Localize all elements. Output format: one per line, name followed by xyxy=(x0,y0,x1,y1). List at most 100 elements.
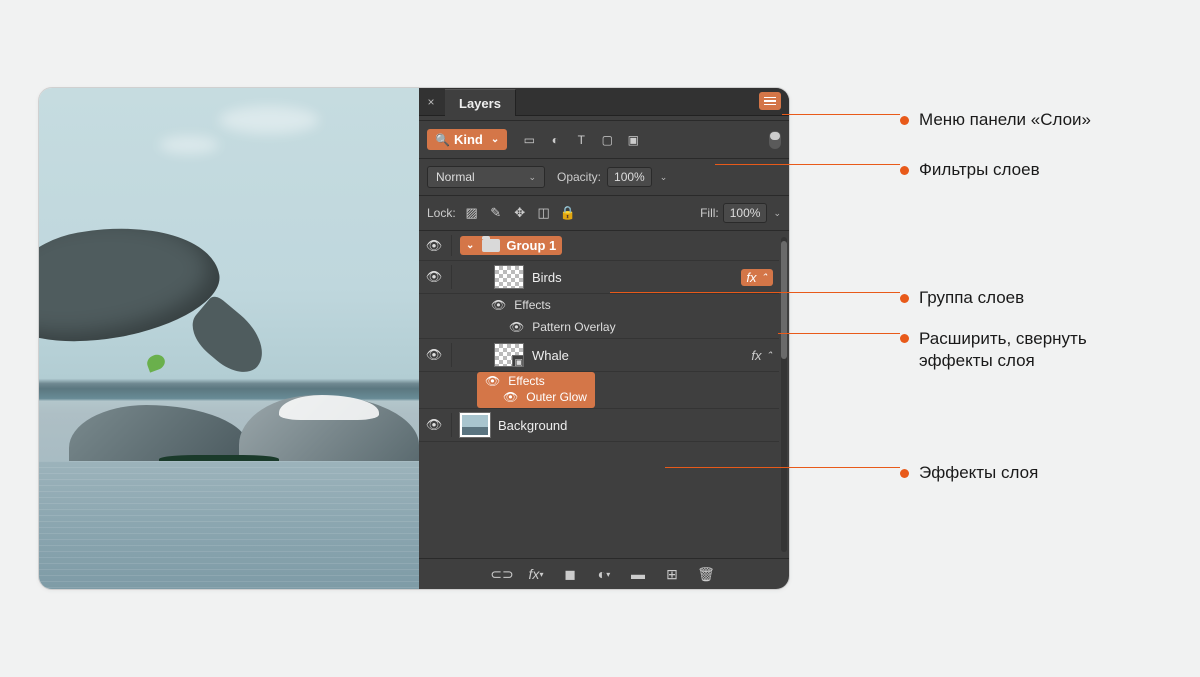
filter-shape-icon[interactable]: ▢ xyxy=(599,132,615,148)
layer-name: Birds xyxy=(532,270,562,285)
filter-adjustment-icon[interactable]: ◐ xyxy=(547,132,563,148)
layer-row-group[interactable]: 👁 ⌄ Group 1 xyxy=(419,231,779,261)
blend-mode-value: Normal xyxy=(436,170,475,184)
opacity-label: Opacity: xyxy=(557,170,601,184)
chevron-down-icon: ⌄ xyxy=(491,134,499,145)
search-icon: 🔍 xyxy=(435,133,450,147)
layer-style-icon[interactable]: fx▾ xyxy=(527,565,545,583)
mountains xyxy=(39,385,419,465)
cloud-decoration xyxy=(219,106,319,134)
callout-dot xyxy=(900,334,909,343)
layer-name: Group 1 xyxy=(506,238,556,253)
layer-effect-item[interactable]: 👁 Pattern Overlay xyxy=(419,316,779,338)
fx-label: fx xyxy=(751,348,761,363)
visibility-toggle-icon[interactable]: 👁 xyxy=(503,390,518,404)
lock-pixels-icon[interactable]: ✎ xyxy=(488,205,504,221)
chevron-up-icon: ⌃ xyxy=(760,272,768,283)
visibility-toggle-icon[interactable]: 👁 xyxy=(485,374,500,388)
callout-dot xyxy=(900,166,909,175)
sea xyxy=(39,461,419,589)
annotation-panel-menu: Меню панели «Слои» xyxy=(919,109,1091,131)
scrollbar[interactable] xyxy=(781,237,787,552)
callout-line xyxy=(782,114,900,115)
layer-row-background[interactable]: 👁 Background xyxy=(419,408,779,442)
fx-badge[interactable]: fx ⌃ xyxy=(751,348,773,363)
app-window: ‹‹ × Layers 🔍 Kind ⌄ ▭ ◐ T ▢ ▣ xyxy=(38,87,790,590)
layer-thumbnail xyxy=(460,413,490,437)
callout-line xyxy=(665,467,900,468)
chevron-down-icon: ⌄ xyxy=(528,172,536,183)
layer-effects-row[interactable]: 👁 Effects xyxy=(419,294,779,316)
new-layer-icon[interactable]: ⊞ xyxy=(663,565,681,583)
chevron-down-icon[interactable]: ⌄ xyxy=(660,172,668,183)
lock-all-icon[interactable]: 🔒 xyxy=(560,205,576,221)
chevron-down-icon[interactable]: ⌄ xyxy=(773,208,781,219)
annotation-layer-effects: Эффекты слоя xyxy=(919,462,1038,484)
annotation-expand-collapse: Расширить, свернуть эффекты слоя xyxy=(919,328,1139,372)
group-highlight: ⌄ Group 1 xyxy=(460,236,562,255)
filter-toggle[interactable] xyxy=(769,131,781,149)
chevron-down-icon[interactable]: ⌄ xyxy=(466,240,474,251)
effect-name: Outer Glow xyxy=(526,390,587,404)
effects-label: Effects xyxy=(508,374,544,388)
panel-close-icon[interactable]: × xyxy=(419,95,443,109)
layers-list: 👁 ⌄ Group 1 👁 Birds xyxy=(419,230,789,558)
filter-smart-icon[interactable]: ▣ xyxy=(625,132,641,148)
panel-header: × Layers xyxy=(419,88,789,116)
new-group-icon[interactable]: ▬ xyxy=(629,565,647,583)
fx-label: fx xyxy=(746,270,756,285)
panel-tab-layers[interactable]: Layers xyxy=(445,89,516,116)
adjustment-layer-icon[interactable]: ◐▾ xyxy=(595,565,613,583)
effects-highlight[interactable]: 👁 Effects 👁 Outer Glow xyxy=(477,372,595,408)
lock-fill-row: Lock: ▨ ✎ ✥ ◫ 🔒 Fill: 100% ⌄ xyxy=(419,195,789,230)
callout-line xyxy=(778,333,900,334)
folder-icon xyxy=(482,239,500,252)
document-canvas xyxy=(39,88,419,589)
filter-kind-dropdown[interactable]: 🔍 Kind ⌄ xyxy=(427,129,507,150)
layer-mask-icon[interactable]: ◼ xyxy=(561,565,579,583)
effects-label: Effects xyxy=(514,298,550,312)
layer-row-whale[interactable]: 👁 Whale fx ⌃ xyxy=(419,338,779,372)
filter-kind-label: Kind xyxy=(454,132,483,147)
leaf-shape xyxy=(145,352,167,372)
cloud-decoration xyxy=(159,136,219,154)
annotation-layer-filters: Фильтры слоев xyxy=(919,159,1040,181)
link-layers-icon[interactable]: ⊂⊃ xyxy=(493,565,511,583)
scrollbar-thumb[interactable] xyxy=(781,241,787,359)
annotations-overlay: Меню панели «Слои» Фильтры слоев Группа … xyxy=(790,87,1190,590)
visibility-toggle-icon[interactable]: 👁 xyxy=(425,417,443,433)
visibility-toggle-icon[interactable]: 👁 xyxy=(509,320,524,334)
filter-pixel-icon[interactable]: ▭ xyxy=(521,132,537,148)
fx-badge-highlight[interactable]: fx ⌃ xyxy=(741,269,773,286)
layer-thumbnail xyxy=(494,265,524,289)
lock-transparency-icon[interactable]: ▨ xyxy=(464,205,480,221)
chevron-up-icon: ⌃ xyxy=(765,350,773,361)
fill-value[interactable]: 100% xyxy=(723,203,768,223)
lock-label: Lock: xyxy=(427,206,456,220)
mountain xyxy=(239,395,419,465)
callout-dot xyxy=(900,469,909,478)
delete-layer-icon[interactable]: 🗑 xyxy=(697,565,715,583)
layer-name: Whale xyxy=(532,348,569,363)
visibility-toggle-icon[interactable]: 👁 xyxy=(491,298,506,312)
visibility-toggle-icon[interactable]: 👁 xyxy=(425,269,443,285)
panel-menu-button[interactable] xyxy=(759,92,781,110)
filter-type-icon[interactable]: T xyxy=(573,132,589,148)
filter-type-icons: ▭ ◐ T ▢ ▣ xyxy=(521,132,641,148)
opacity-value[interactable]: 100% xyxy=(607,167,652,187)
layer-effects-group: 👁 Effects 👁 Outer Glow xyxy=(419,372,779,408)
visibility-toggle-icon[interactable]: 👁 xyxy=(425,347,443,363)
lock-position-icon[interactable]: ✥ xyxy=(512,205,528,221)
callout-dot xyxy=(900,294,909,303)
layer-name: Background xyxy=(498,418,567,433)
annotation-layer-group: Группа слоев xyxy=(919,287,1024,309)
layer-row-birds[interactable]: 👁 Birds fx ⌃ xyxy=(419,261,779,294)
callout-line xyxy=(715,164,900,165)
layer-filter-bar: 🔍 Kind ⌄ ▭ ◐ T ▢ ▣ xyxy=(419,120,789,158)
blend-mode-select[interactable]: Normal ⌄ xyxy=(427,166,545,188)
lock-artboard-icon[interactable]: ◫ xyxy=(536,205,552,221)
visibility-toggle-icon[interactable]: 👁 xyxy=(425,238,443,254)
fill-label: Fill: xyxy=(700,206,719,220)
effect-name: Pattern Overlay xyxy=(532,320,615,334)
panel-footer: ⊂⊃ fx▾ ◼ ◐▾ ▬ ⊞ 🗑 xyxy=(419,558,789,589)
